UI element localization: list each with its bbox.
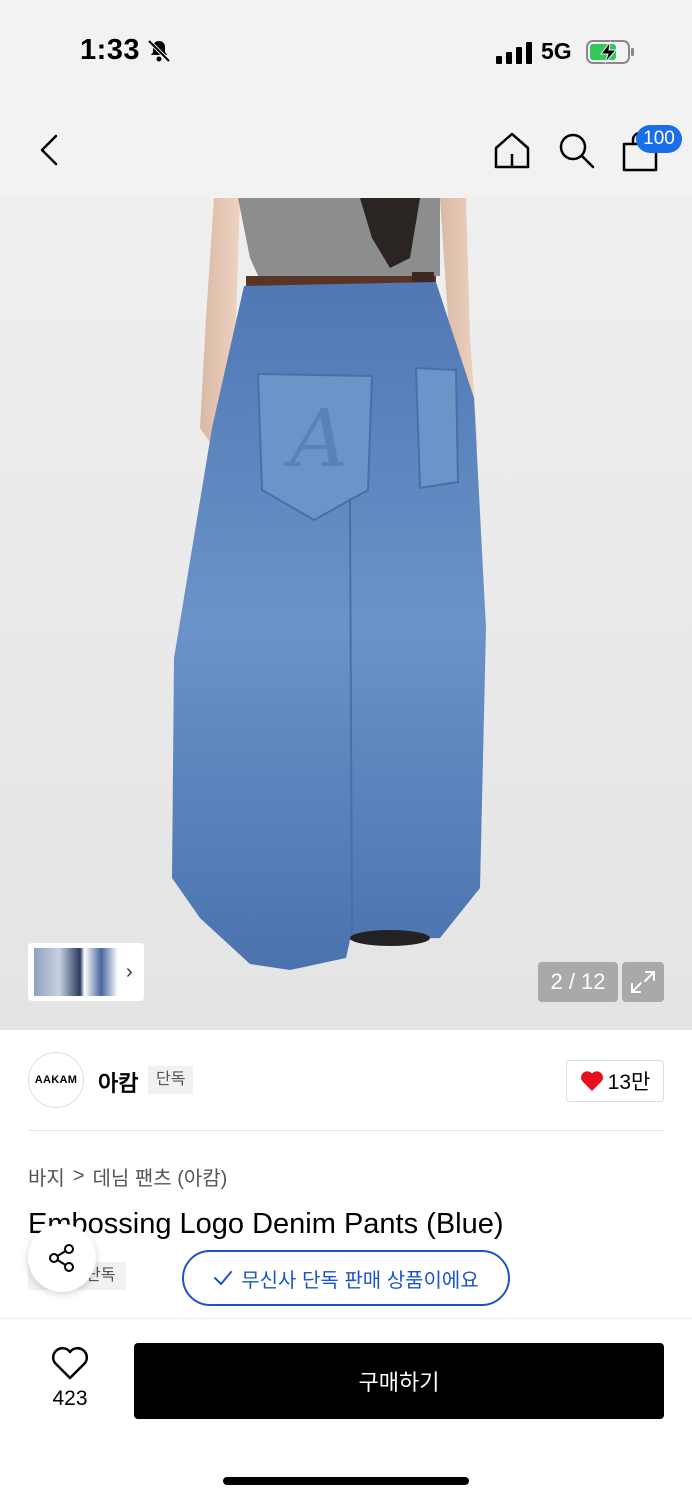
expand-icon[interactable] (622, 962, 664, 1002)
battery-charging-icon (586, 40, 634, 64)
brand-like-count: 13만 (607, 1071, 651, 1094)
wishlist-count: 423 (52, 1387, 88, 1410)
search-icon[interactable] (556, 130, 596, 170)
buy-button[interactable]: 구매하기 (134, 1343, 664, 1419)
breadcrumb: 바지 > 데님 팬츠 (아캄) (28, 1162, 227, 1191)
back-icon[interactable] (30, 130, 70, 170)
brand-name[interactable]: 아캄 (98, 1066, 138, 1098)
share-icon (49, 1244, 74, 1272)
thumbnail-strip[interactable]: › (28, 943, 144, 1001)
heart-outline-icon[interactable] (50, 1345, 90, 1381)
share-button[interactable] (28, 1224, 96, 1292)
signal-icon (496, 42, 532, 64)
bell-muted-icon (147, 39, 171, 63)
breadcrumb-subcategory[interactable]: 데님 팬츠 (아캄) (93, 1162, 228, 1191)
divider (28, 1130, 664, 1131)
heart-filled-icon (580, 1071, 603, 1091)
exclusive-sale-notice[interactable]: 무신사 단독 판매 상품이에요 (182, 1250, 510, 1306)
brand-row: AAKAM 아캄 단독 13만 (0, 1030, 692, 1130)
cart-count-badge: 100 (636, 125, 682, 153)
home-icon[interactable] (492, 130, 532, 170)
brand-logo[interactable]: AAKAM (28, 1052, 84, 1108)
status-time: 1:33 (80, 34, 141, 66)
brand-like-button[interactable]: 13만 (566, 1060, 664, 1102)
image-page-counter: 2 / 12 (538, 962, 618, 1002)
status-bar: 1:33 5G (0, 0, 692, 100)
exclusive-sale-text: 무신사 단독 판매 상품이에요 (241, 1269, 479, 1292)
exclusive-tag: 단독 (148, 1066, 194, 1094)
product-image-gallery[interactable]: A › 2 / 12 (0, 198, 692, 1030)
thumbnail-image[interactable] (34, 948, 118, 996)
svg-text:A: A (283, 392, 348, 485)
network-type: 5G (541, 38, 572, 64)
top-nav (0, 100, 692, 198)
check-icon (214, 1271, 233, 1285)
bottom-action-bar: 423 구매하기 (0, 1318, 692, 1500)
chevron-right-icon[interactable]: › (126, 961, 133, 984)
product-title: Embossing Logo Denim Pants (Blue) (28, 1208, 504, 1240)
chevron-right-icon: > (72, 1165, 85, 1187)
home-indicator (223, 1477, 469, 1485)
breadcrumb-category[interactable]: 바지 (28, 1162, 65, 1191)
product-photo: A (172, 198, 486, 970)
